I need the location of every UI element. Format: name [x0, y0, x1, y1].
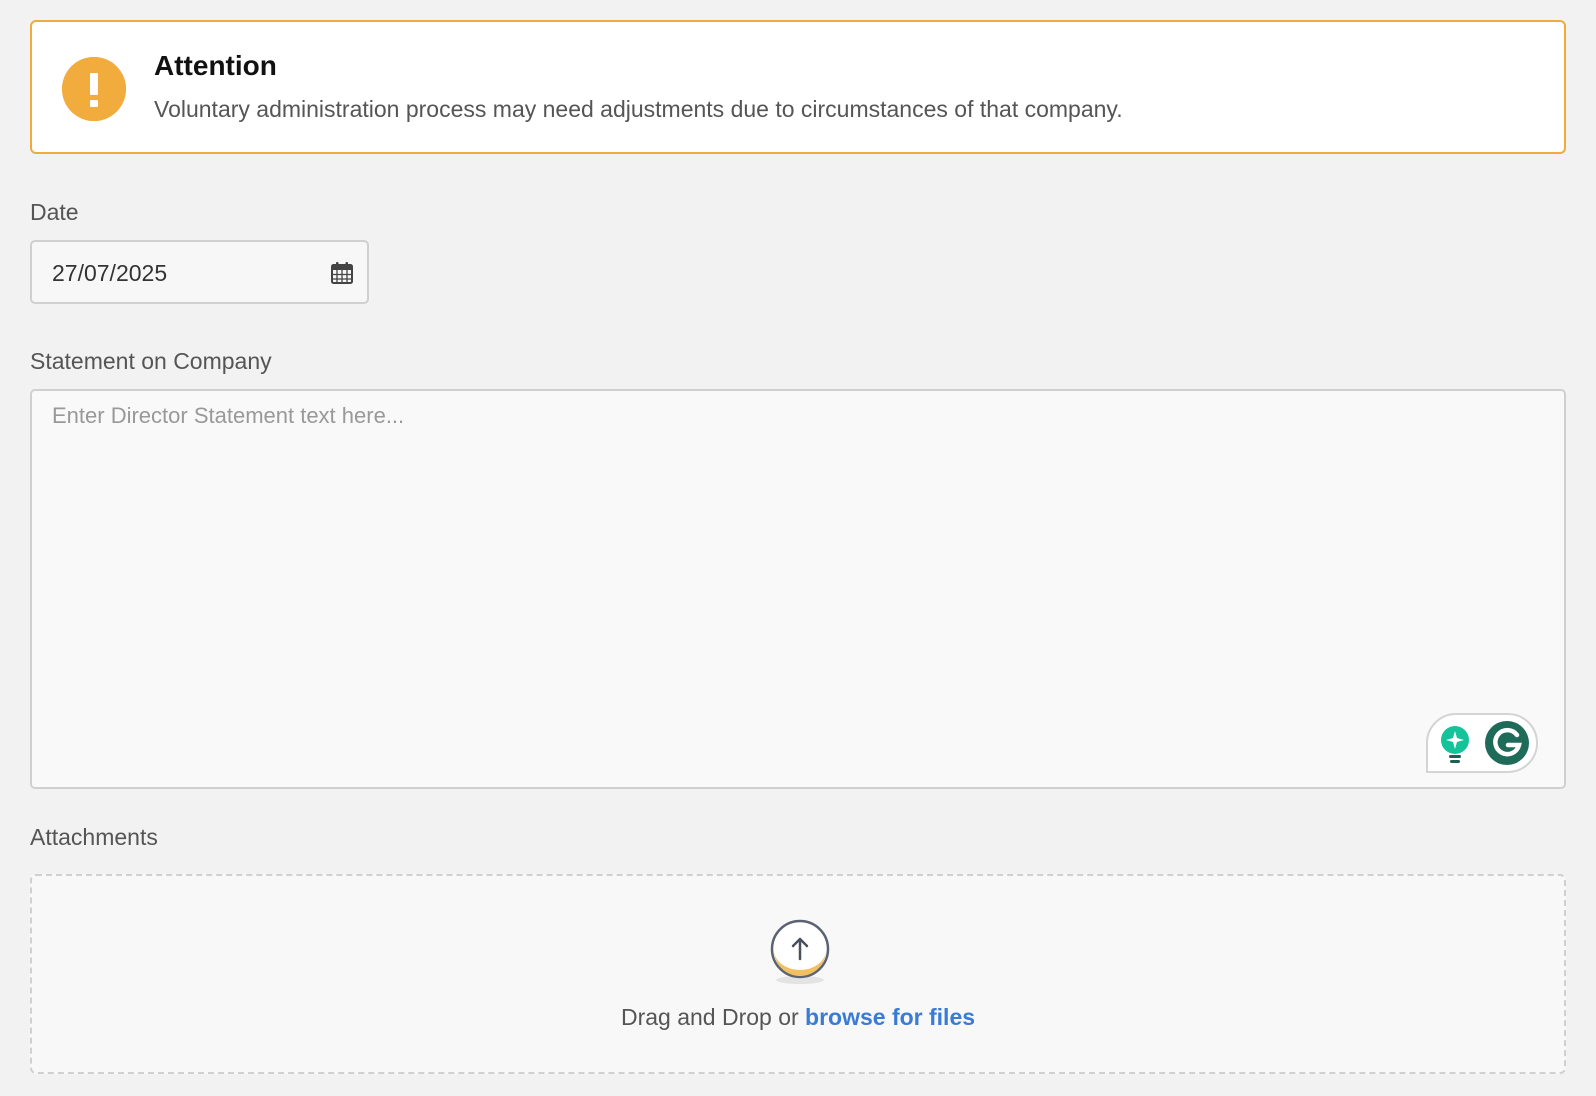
date-label: Date	[30, 199, 79, 225]
dropzone-text: Drag and Drop or browse for files	[32, 1004, 1564, 1031]
alert-message: Voluntary administration process may nee…	[154, 96, 1123, 122]
calendar-icon[interactable]	[329, 260, 355, 286]
alert-title: Attention	[154, 50, 277, 81]
statement-label: Statement on Company	[30, 348, 272, 374]
upload-icon	[769, 916, 831, 986]
exclamation-icon	[62, 57, 126, 121]
statement-placeholder: Enter Director Statement text here...	[52, 403, 405, 428]
date-value: 27/07/2025	[52, 260, 168, 286]
grammarly-widget[interactable]	[1426, 713, 1538, 773]
dropzone-prompt: Drag and Drop or	[620, 1004, 799, 1030]
attention-alert: Attention Voluntary administration proce…	[30, 20, 1566, 154]
attachments-dropzone[interactable]: Drag and Drop or browse for files	[30, 874, 1566, 1074]
form-page: Attention Voluntary administration proce…	[0, 0, 1596, 1096]
bulb-icon[interactable]	[1438, 725, 1472, 763]
statement-textarea[interactable]: Enter Director Statement text here...	[30, 389, 1566, 789]
grammarly-icon[interactable]	[1484, 720, 1530, 766]
date-input[interactable]: 27/07/2025	[30, 240, 369, 304]
browse-files-link[interactable]: browse for files	[805, 1004, 975, 1030]
attachments-label: Attachments	[30, 824, 158, 850]
